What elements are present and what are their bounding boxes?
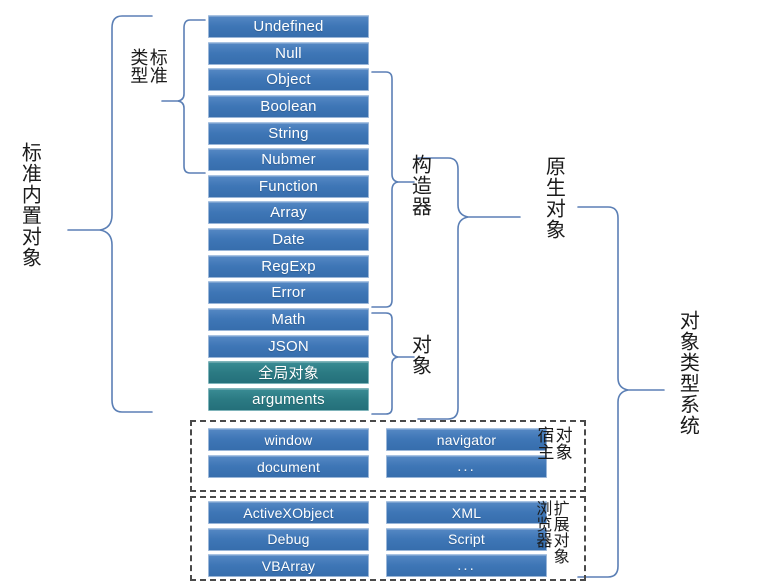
ellipsis-label: ... xyxy=(457,557,476,574)
label-native-objects: 原生对象 xyxy=(542,156,567,240)
list-item[interactable]: Script xyxy=(386,527,547,551)
label-extension-objects-col1: 扩展对象 xyxy=(550,500,570,564)
list-item[interactable]: Error xyxy=(208,281,369,305)
list-item[interactable]: Debug xyxy=(208,527,369,551)
list-item[interactable]: Function xyxy=(208,174,369,198)
list-item[interactable]: Boolean xyxy=(208,94,369,118)
list-item[interactable]: JSON xyxy=(208,334,369,358)
list-item[interactable]: String xyxy=(208,121,369,145)
list-item[interactable]: ActiveXObject xyxy=(208,501,369,524)
label-standard-types-col1: 标准 xyxy=(146,48,168,84)
label-host-objects: 对象 宿主 xyxy=(533,426,572,460)
list-item[interactable]: Object xyxy=(208,68,369,92)
list-item[interactable]: ... xyxy=(386,554,547,577)
diagram-canvas: 标准内置对象 标准 类型 Undefined Null Object Boolean S… xyxy=(0,0,757,583)
ellipsis-label: ... xyxy=(457,458,476,475)
list-item[interactable]: XML xyxy=(386,501,547,524)
list-item[interactable]: Null xyxy=(208,41,369,65)
list-item[interactable]: VBArray xyxy=(208,554,369,577)
list-item[interactable]: 全局对象 xyxy=(208,361,369,385)
label-standard-types-col2: 类型 xyxy=(127,48,149,84)
label-extension-objects-col2: 浏览器 xyxy=(533,500,553,548)
list-item[interactable]: navigator xyxy=(386,428,547,451)
label-standard-builtin-objects: 标准内置对象 xyxy=(18,142,43,268)
list-item[interactable]: Undefined xyxy=(208,15,369,38)
label-host-objects-col1: 对象 xyxy=(551,426,572,460)
label-object-type-system: 对象类型系统 xyxy=(676,310,701,436)
list-item[interactable]: arguments xyxy=(208,387,369,411)
label-object: 对象 xyxy=(408,334,433,376)
label-constructor: 构造器 xyxy=(408,154,433,217)
label-standard-types: 标准 类型 xyxy=(127,48,168,84)
list-item[interactable]: Math xyxy=(208,307,369,331)
list-item[interactable]: Nubmer xyxy=(208,148,369,172)
list-item[interactable]: window xyxy=(208,428,369,451)
label-extension-objects: 扩展对象 浏览器 xyxy=(533,500,570,564)
list-item[interactable]: Array xyxy=(208,201,369,225)
list-item[interactable]: document xyxy=(208,455,369,478)
list-item[interactable]: ... xyxy=(386,455,547,478)
list-item[interactable]: RegExp xyxy=(208,254,369,278)
list-item[interactable]: Date xyxy=(208,228,369,252)
label-host-objects-col2: 宿主 xyxy=(533,426,554,460)
